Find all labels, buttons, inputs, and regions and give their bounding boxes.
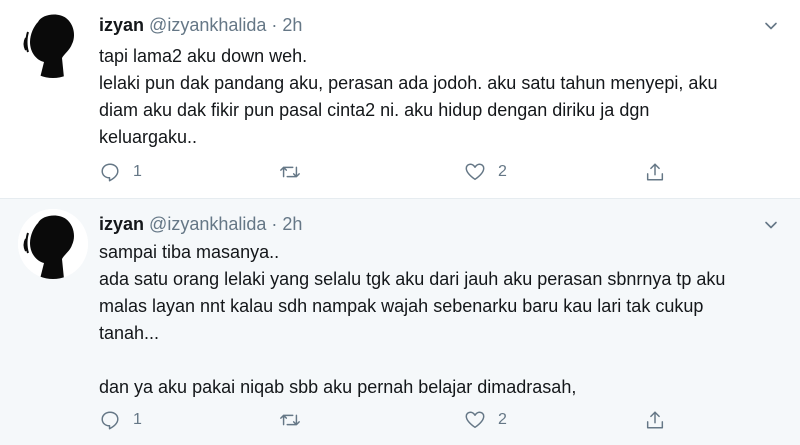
tweet[interactable]: izyan @izyankhalida · 2h tapi lama2 aku … bbox=[0, 0, 800, 199]
retweet-button[interactable] bbox=[279, 158, 301, 186]
tweet-line: diam aku dak fikir pun pasal cinta2 ni. … bbox=[99, 100, 650, 120]
tweet-text: tapi lama2 aku down weh. lelaki pun dak … bbox=[99, 43, 779, 151]
display-name[interactable]: izyan bbox=[99, 214, 144, 234]
share-icon bbox=[646, 411, 664, 429]
avatar[interactable] bbox=[18, 8, 88, 78]
avatar-silhouette-icon bbox=[18, 8, 88, 78]
like-button[interactable]: 2 bbox=[464, 158, 507, 186]
like-count: 2 bbox=[498, 411, 507, 428]
tweet-line: lelaki pun dak pandang aku, perasan ada … bbox=[99, 73, 718, 93]
reply-button[interactable]: 1 bbox=[99, 158, 142, 186]
share-button[interactable] bbox=[644, 406, 666, 434]
tweet[interactable]: izyan @izyankhalida · 2h sampai tiba mas… bbox=[0, 199, 800, 445]
separator-dot: · bbox=[271, 15, 278, 35]
tweet-line: tapi lama2 aku down weh. bbox=[99, 46, 308, 66]
heart-icon bbox=[465, 163, 485, 181]
like-button[interactable]: 2 bbox=[464, 406, 507, 434]
tweet-header: izyan @izyankhalida · 2h bbox=[99, 213, 302, 235]
separator-dot: · bbox=[271, 214, 278, 234]
tweet-line: malas layan nnt kalau sdh nampak wajah s… bbox=[99, 296, 704, 316]
chevron-down-icon[interactable] bbox=[764, 19, 778, 33]
timestamp[interactable]: 2h bbox=[282, 214, 302, 234]
reply-icon bbox=[101, 411, 119, 430]
timestamp[interactable]: 2h bbox=[282, 15, 302, 35]
tweet-line: keluargaku.. bbox=[99, 127, 198, 147]
tweet-line: sampai tiba masanya.. bbox=[99, 242, 280, 262]
share-icon bbox=[646, 163, 664, 181]
display-name[interactable]: izyan bbox=[99, 15, 144, 35]
tweet-text: sampai tiba masanya.. ada satu orang lel… bbox=[99, 239, 779, 401]
chevron-down-icon[interactable] bbox=[764, 218, 778, 232]
retweet-icon bbox=[280, 414, 300, 426]
tweet-header: izyan @izyankhalida · 2h bbox=[99, 14, 302, 36]
retweet-button[interactable] bbox=[279, 406, 301, 434]
avatar-silhouette-icon bbox=[18, 209, 88, 279]
user-handle[interactable]: @izyankhalida bbox=[149, 214, 266, 234]
like-count: 2 bbox=[498, 163, 507, 180]
user-handle[interactable]: @izyankhalida bbox=[149, 15, 266, 35]
avatar[interactable] bbox=[18, 209, 88, 279]
reply-count: 1 bbox=[133, 411, 142, 428]
reply-count: 1 bbox=[133, 163, 142, 180]
tweet-line: ada satu orang lelaki yang selalu tgk ak… bbox=[99, 269, 726, 289]
reply-button[interactable]: 1 bbox=[99, 406, 142, 434]
retweet-icon bbox=[280, 166, 300, 178]
heart-icon bbox=[465, 411, 485, 429]
tweet-line: tanah... bbox=[99, 323, 160, 343]
share-button[interactable] bbox=[644, 158, 666, 186]
reply-icon bbox=[101, 163, 119, 182]
tweet-line: dan ya aku pakai niqab sbb aku pernah be… bbox=[99, 377, 577, 397]
